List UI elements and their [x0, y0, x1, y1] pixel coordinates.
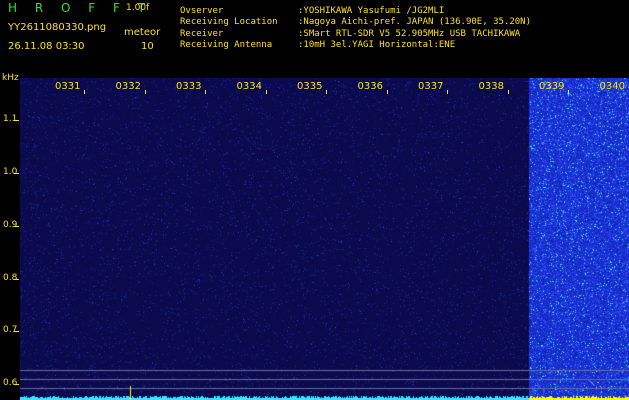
info-row-antenna: Receiving Antenna:10mH 3el.YAGI Horizont…: [180, 39, 456, 50]
x-tick-label: 0340: [599, 81, 625, 92]
x-tick-mark: [144, 90, 146, 94]
info-row-location: Receiving Location:Nagoya Aichi-pref. JA…: [180, 17, 531, 28]
x-tick-mark: [265, 90, 267, 94]
info-row-observer: Ovserver:YOSHIKAWA Yasufumi /JG2MLI: [180, 6, 445, 16]
spectrogram-canvas: [20, 78, 629, 400]
x-tick-mark: [568, 90, 569, 94]
datetime-label: 26.11.08 03:30: [8, 41, 85, 52]
y-tick-label: 0.6: [3, 378, 18, 389]
y-tick-mark: [14, 331, 19, 333]
x-tick-mark: [84, 90, 85, 94]
y-tick-label: 0.8: [3, 272, 18, 283]
x-tick-mark: [386, 90, 388, 94]
y-tick-mark: [14, 120, 19, 122]
x-tick-label: 0331: [55, 81, 81, 92]
x-tick-label: 0334: [236, 81, 262, 92]
x-tick-label: 0333: [176, 81, 202, 92]
y-tick-label: 0.9: [3, 219, 18, 230]
y-tick-mark: [14, 278, 19, 280]
x-tick-mark: [326, 90, 327, 94]
x-tick-label: 0336: [357, 81, 383, 92]
meteor-count: 10: [141, 41, 154, 52]
meteor-label: meteor: [124, 27, 161, 38]
station-info: Ovserver:YOSHIKAWA Yasufumi /JG2MLI Rece…: [180, 6, 531, 51]
spectrogram-plot: [20, 78, 629, 400]
y-tick-mark: [14, 384, 19, 386]
x-tick-mark: [507, 90, 509, 94]
y-tick-mark: [14, 173, 19, 175]
header-panel: H R O F F T 1.00f YY2611080330.png 26.11…: [0, 0, 629, 78]
x-tick-mark: [205, 90, 206, 94]
info-row-receiver: Receiver:SMart RTL-SDR V5 52.905MHz USB …: [180, 28, 521, 39]
x-tick-mark: [447, 90, 448, 94]
x-tick-label: 0335: [297, 81, 323, 92]
filename-label: YY2611080330.png: [8, 22, 107, 33]
x-tick-label: 0339: [539, 81, 565, 92]
x-tick-label: 0337: [418, 81, 444, 92]
y-tick-label: 1.1: [3, 114, 18, 125]
y-tick-label: 1.0: [3, 167, 18, 178]
version-label: 1.00f: [126, 3, 150, 13]
x-tick-label: 0338: [478, 81, 504, 92]
y-axis-label: kHz: [2, 73, 19, 83]
y-tick-label: 0.7: [3, 325, 18, 336]
x-tick-label: 0332: [115, 81, 141, 92]
y-tick-mark: [14, 225, 19, 227]
